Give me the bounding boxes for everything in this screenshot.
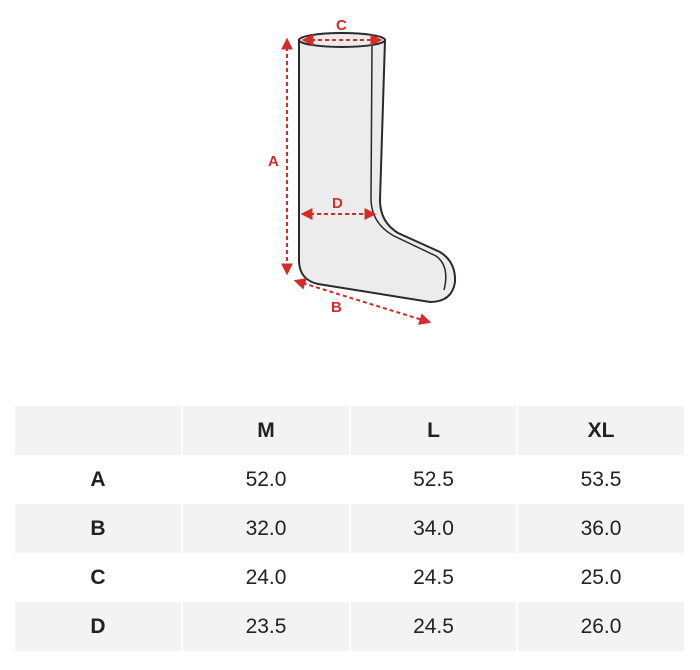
label-a: A (268, 153, 279, 170)
cell-b-l: 34.0 (350, 504, 518, 553)
sock-measurement-diagram: C A D B (268, 17, 457, 325)
cell-a-m: 52.0 (182, 455, 351, 504)
table-row: C 24.0 24.5 25.0 (15, 553, 686, 602)
cell-c-l: 24.5 (350, 553, 518, 602)
sock-outline (298, 39, 457, 304)
table-row: B 32.0 34.0 36.0 (15, 504, 686, 553)
label-b: B (331, 299, 342, 316)
label-c: C (336, 17, 347, 34)
cell-a-xl: 53.5 (517, 455, 686, 504)
cell-b-xl: 36.0 (517, 504, 686, 553)
cell-a-l: 52.5 (350, 455, 518, 504)
table-row: A 52.0 52.5 53.5 (15, 455, 686, 504)
table-header-row: M L XL (15, 406, 686, 455)
header-size-m: M (182, 406, 351, 455)
label-d: D (332, 195, 343, 212)
cell-d-xl: 26.0 (517, 602, 686, 651)
row-label-b: B (15, 504, 183, 553)
header-size-l: L (350, 406, 518, 455)
cell-d-m: 23.5 (182, 602, 351, 651)
row-label-d: D (15, 602, 183, 651)
cell-c-xl: 25.0 (517, 553, 686, 602)
header-size-xl: XL (517, 406, 686, 455)
cell-b-m: 32.0 (182, 504, 351, 553)
cell-c-m: 24.0 (182, 553, 351, 602)
header-corner (15, 406, 183, 455)
size-chart-table: M L XL A 52.0 52.5 53.5 B 32.0 34.0 36.0… (15, 406, 686, 651)
row-label-c: C (15, 553, 183, 602)
table-row: D 23.5 24.5 26.0 (15, 602, 686, 651)
cell-d-l: 24.5 (350, 602, 518, 651)
row-label-a: A (15, 455, 183, 504)
